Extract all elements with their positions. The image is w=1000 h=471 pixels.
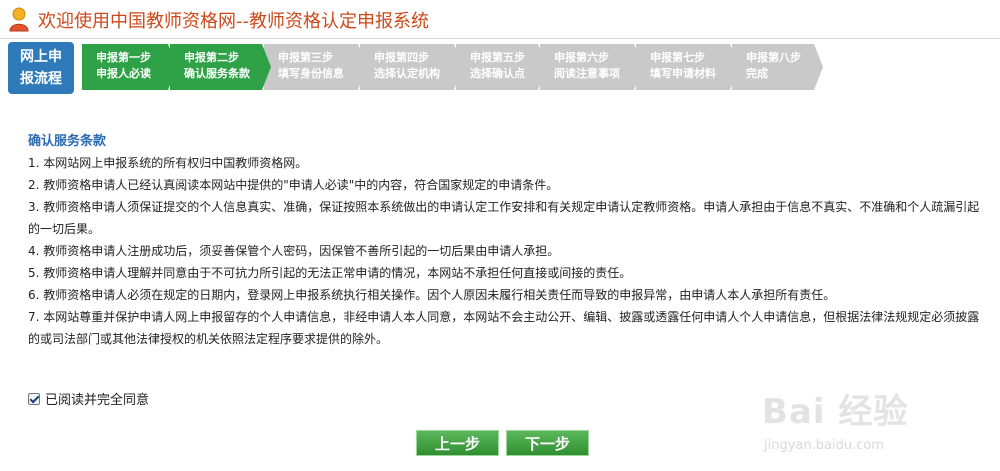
step-4[interactable]: 申报第四步 选择认定机构: [360, 44, 463, 90]
watermark: Bai 经验 jingyan.baidu.com: [762, 384, 992, 466]
agree-row[interactable]: 已阅读并完全同意: [28, 389, 149, 408]
step-6[interactable]: 申报第六步 阅读注意事项: [540, 44, 643, 90]
step-3[interactable]: 申报第三步 填写身份信息: [264, 44, 367, 90]
user-icon: [9, 7, 29, 32]
term-item: 6. 教师资格申请人必须在规定的日期内，登录网上申报系统执行相关操作。因个人原因…: [28, 288, 836, 302]
process-start-label: 网上申 报流程: [8, 42, 74, 94]
agree-label: 已阅读并完全同意: [45, 393, 150, 408]
term-item: 1. 本网站网上申报系统的所有权归中国教师资格网。: [28, 156, 308, 170]
agree-checkbox[interactable]: [28, 392, 40, 405]
step-8[interactable]: 申报第八步 完成: [732, 44, 823, 90]
term-item: 3. 教师资格申请人须保证提交的个人信息真实、准确，保证按照本系统做出的申请认定…: [28, 200, 980, 236]
watermark-brand: Bai 经验: [762, 392, 909, 432]
prev-step-button[interactable]: 上一步: [416, 430, 499, 456]
terms-list: 1. 本网站网上申报系统的所有权归中国教师资格网。 2. 教师资格申请人已经认真…: [28, 152, 988, 350]
term-item: 7. 本网站尊重并保护申请人网上申报留存的个人申请信息，非经申请人本人同意，本网…: [28, 310, 980, 346]
section-title: 确认服务条款: [28, 134, 107, 149]
step-2[interactable]: 申报第二步 确认服务条款: [170, 44, 271, 90]
step-5[interactable]: 申报第五步 选择确认点: [456, 44, 547, 90]
next-step-button[interactable]: 下一步: [506, 430, 589, 456]
term-item: 4. 教师资格申请人注册成功后，须妥善保管个人密码，因保管不善所引起的一切后果由…: [28, 244, 560, 258]
page-title: 欢迎使用中国教师资格网--教师资格认定申报系统: [38, 11, 429, 32]
term-item: 5. 教师资格申请人理解并同意由于不可抗力所引起的无法正常申请的情况，本网站不承…: [28, 266, 632, 280]
watermark-url: jingyan.baidu.com: [764, 438, 884, 453]
page-header: 欢迎使用中国教师资格网--教师资格认定申报系统: [0, 0, 1000, 39]
term-item: 2. 教师资格申请人已经认真阅读本网站中提供的"申请人必读"中的内容，符合国家规…: [28, 178, 559, 192]
step-7[interactable]: 申报第七步 填写申请材料: [636, 44, 739, 90]
step-1[interactable]: 申报第一步 申报人必读: [82, 44, 177, 90]
